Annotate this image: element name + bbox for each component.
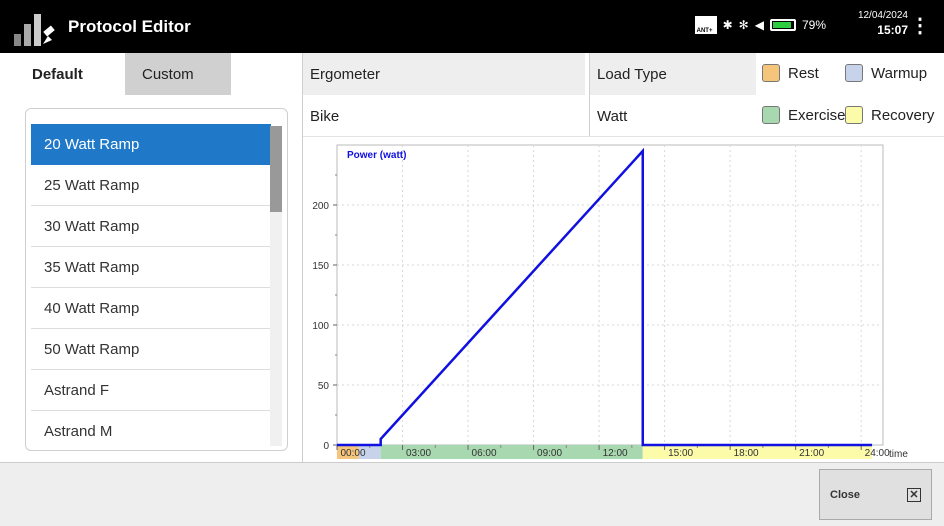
datetime: 12/04/2024 15:07 [858,10,908,37]
tab-custom[interactable]: Custom [125,53,231,95]
list-item[interactable]: 35 Watt Ramp [31,247,271,288]
ergometer-value: Bike [310,107,340,125]
warmup-swatch [845,64,863,82]
ergometer-label: Ergometer [303,53,585,95]
nfc-icon: ✱ [722,18,733,32]
recovery-swatch [845,106,863,124]
list-item[interactable]: 25 Watt Ramp [31,165,271,206]
x-tick-label: 21:00 [799,448,824,459]
power-chart: 00:00 03:00 06:00 09:00 12:00 15:00 18:00 21:00… [312,144,908,460]
status-time: 15:07 [877,23,908,37]
plot-frame [336,144,884,446]
app-title: Protocol Editor [68,17,191,36]
x-tick-label: 00:00 [340,448,365,459]
x-tick-label: 12:00 [603,448,628,459]
close-button-label: Close [830,488,860,501]
ant-label: ANT+ [696,28,713,34]
y-tick-label: 50 [318,381,330,392]
y-tick-label: 0 [323,441,329,452]
tab-default[interactable]: Default [0,53,125,95]
status-icons: ANT+ ✱ ✻ ◀ 79% [694,16,826,34]
app-logo-icon [14,14,55,46]
x-tick-label: 06:00 [472,448,497,459]
battery-icon [769,19,796,31]
y-axis-label: Power (watt) [347,150,406,161]
list-item[interactable]: Astrand M [31,411,271,450]
legend-warmup: Warmup [845,64,927,82]
close-button[interactable]: Close ✕ [819,469,932,520]
list-item[interactable]: 30 Watt Ramp [31,206,271,247]
loadtype-label: Load Type [589,53,756,95]
x-tick-label: 18:00 [734,448,759,459]
legend-warmup-label: Warmup [871,64,928,82]
list-scrollbar-thumb[interactable] [270,126,282,212]
protocol-list: 20 Watt Ramp 25 Watt Ramp 30 Watt Ramp 3… [25,108,288,451]
list-item[interactable]: 20 Watt Ramp [31,124,271,165]
bluetooth-icon: ✻ [738,18,749,32]
legend-exercise: Exercise [762,106,846,124]
bottom-bar: Close ✕ [0,462,944,526]
x-tick-label: 09:00 [537,448,562,459]
x-tick-label: 15:00 [668,448,693,459]
exercise-swatch [762,106,780,124]
status-date: 12/04/2024 [857,10,908,21]
volume-icon: ◀ [754,18,764,32]
battery-percent: 79% [801,18,826,32]
title-bar: Protocol Editor ANT+ ✱ ✻ ◀ 79% 12/04/202… [0,0,944,53]
y-tick-label: 200 [312,201,329,212]
rest-swatch [762,64,780,82]
loadtype-value: Watt [589,95,756,137]
list-item[interactable]: Astrand F [31,370,271,411]
close-icon: ✕ [907,487,921,502]
legend-exercise-label: Exercise [788,106,846,124]
battery-level [772,22,791,28]
y-tick-label: 100 [312,321,329,332]
legend-recovery-label: Recovery [871,106,935,124]
protocol-editor-window: Protocol Editor ANT+ ✱ ✻ ◀ 79% 12/04/202… [0,0,944,526]
ant-plus-icon: ANT+ [694,16,717,34]
x-tick-label: 24:00 [865,448,890,459]
legend-rest: Rest [762,64,819,82]
x-axis-label: time [889,449,908,460]
list-item[interactable]: 50 Watt Ramp [31,329,271,370]
list-item[interactable]: 40 Watt Ramp [31,288,271,329]
x-tick-label: 03:00 [406,448,431,459]
legend-rest-label: Rest [788,64,819,82]
legend-recovery: Recovery [845,106,934,124]
overflow-menu-icon[interactable]: ⋮ [910,16,930,36]
y-tick-label: 150 [312,261,329,272]
